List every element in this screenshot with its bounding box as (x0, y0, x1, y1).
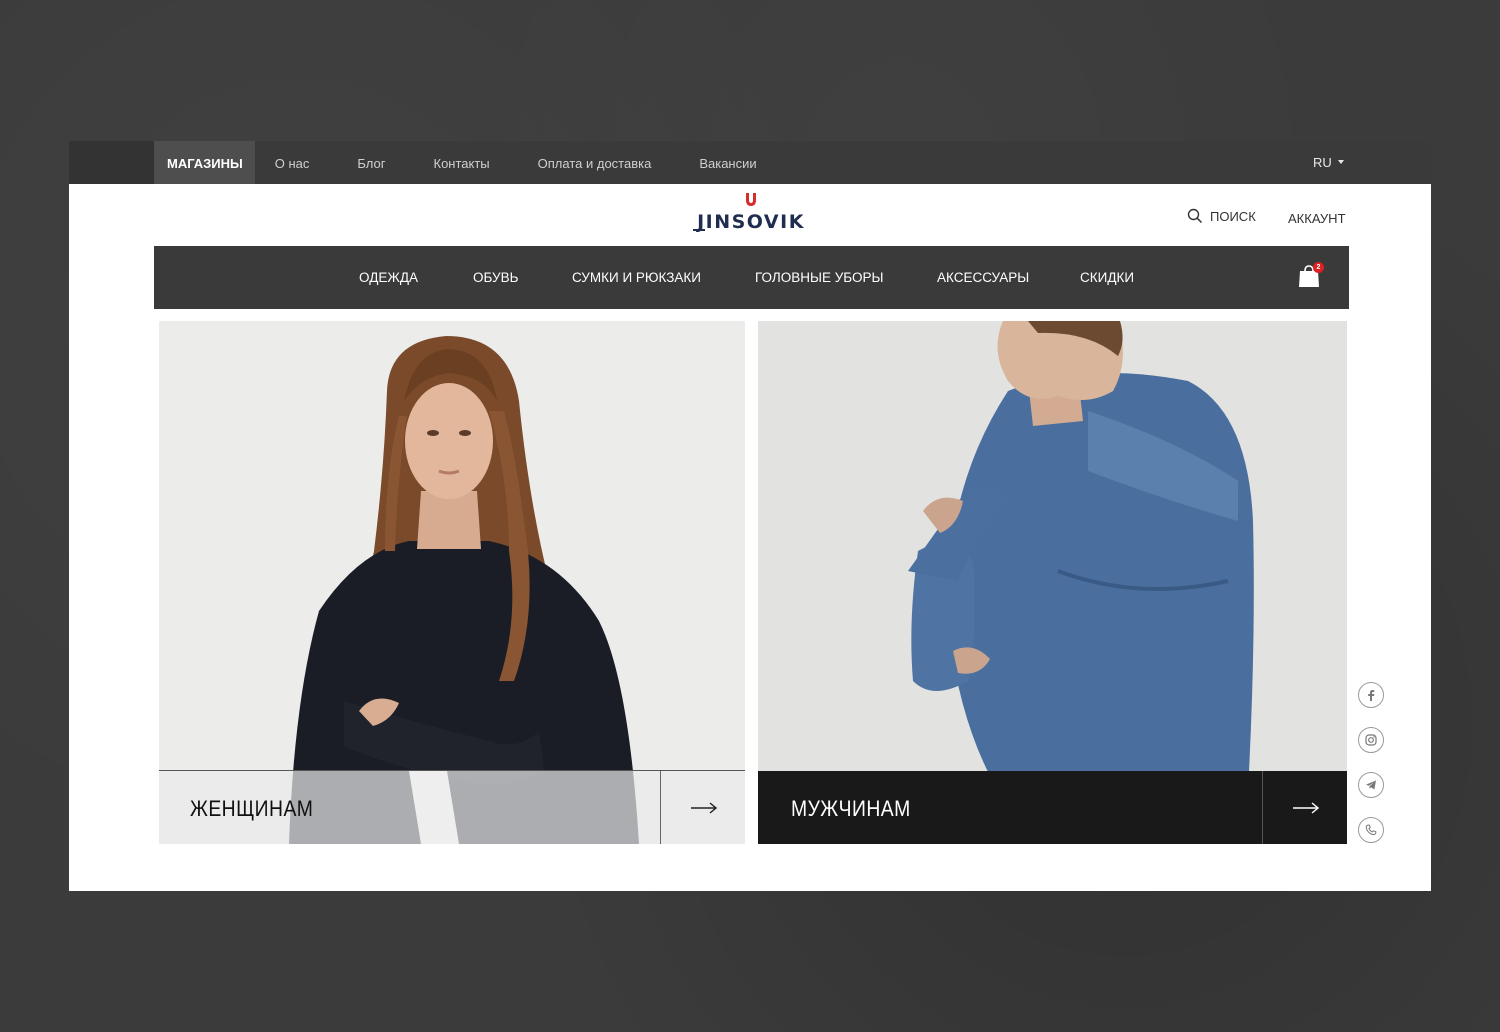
cart-count-badge: 2 (1313, 262, 1324, 273)
women-model-image (159, 321, 745, 844)
women-category-label: ЖЕНЩИНАМ (190, 796, 314, 821)
logo-mark-icon (746, 193, 756, 206)
men-banner[interactable]: МУЖЧИНАМ (758, 771, 1347, 844)
caret-down-icon (1337, 159, 1344, 164)
search-icon (1187, 208, 1203, 224)
nav-item-clothing[interactable]: ОДЕЖДА (359, 246, 418, 309)
women-arrow-button[interactable] (660, 771, 745, 844)
instagram-icon (1365, 734, 1377, 746)
men-category-label: МУЖЧИНАМ (791, 796, 911, 821)
cart-button[interactable]: 2 (1297, 262, 1324, 289)
nav-item-shoes[interactable]: ОБУВЬ (473, 246, 519, 309)
account-link[interactable]: АККАУНТ (1288, 211, 1346, 226)
nav-item-accessories[interactable]: АКСЕССУАРЫ (937, 246, 1029, 309)
top-link-vacancies[interactable]: Вакансии (675, 141, 780, 184)
nav-item-sale[interactable]: СКИДКИ (1080, 246, 1134, 309)
nav-item-headwear[interactable]: ГОЛОВНЫЕ УБОРЫ (755, 246, 883, 309)
top-bar-lead (69, 141, 154, 184)
men-model-image (758, 321, 1347, 844)
top-link-contacts[interactable]: Контакты (410, 141, 514, 184)
facebook-link[interactable] (1358, 682, 1384, 708)
facebook-icon (1368, 690, 1375, 701)
top-bar: МАГАЗИНЫ О нас Блог Контакты Оплата и до… (69, 141, 1431, 184)
nav-item-bags[interactable]: СУМКИ И РЮКЗАКИ (572, 246, 701, 309)
women-banner[interactable]: ЖЕНЩИНАМ (159, 770, 745, 844)
telegram-icon (1366, 780, 1376, 790)
logo[interactable]: JINSOVIK (691, 192, 811, 233)
top-link-blog[interactable]: Блог (333, 141, 409, 184)
top-links: МАГАЗИНЫ О нас Блог Контакты Оплата и до… (154, 141, 781, 184)
arrow-right-icon (691, 802, 717, 814)
language-value: RU (1313, 155, 1332, 170)
top-link-stores[interactable]: МАГАЗИНЫ (154, 141, 255, 184)
site-window: МАГАЗИНЫ О нас Блог Контакты Оплата и до… (69, 141, 1431, 891)
top-link-about[interactable]: О нас (255, 141, 334, 184)
phone-icon (1365, 824, 1377, 836)
phone-link[interactable] (1358, 817, 1384, 843)
telegram-link[interactable] (1358, 772, 1384, 798)
arrow-right-icon (1293, 802, 1319, 814)
main-nav: ОДЕЖДА ОБУВЬ СУМКИ И РЮКЗАКИ ГОЛОВНЫЕ УБ… (154, 246, 1349, 309)
top-link-payment-delivery[interactable]: Оплата и доставка (514, 141, 676, 184)
search-button[interactable]: ПОИСК (1187, 208, 1256, 224)
men-arrow-button[interactable] (1262, 771, 1347, 844)
logo-text: JINSOVIK (697, 211, 805, 233)
men-category-card[interactable]: МУЖЧИНАМ (758, 321, 1347, 844)
search-label: ПОИСК (1210, 208, 1256, 224)
women-category-card[interactable]: ЖЕНЩИНАМ (159, 321, 745, 844)
instagram-link[interactable] (1358, 727, 1384, 753)
language-select[interactable]: RU (1313, 141, 1344, 184)
